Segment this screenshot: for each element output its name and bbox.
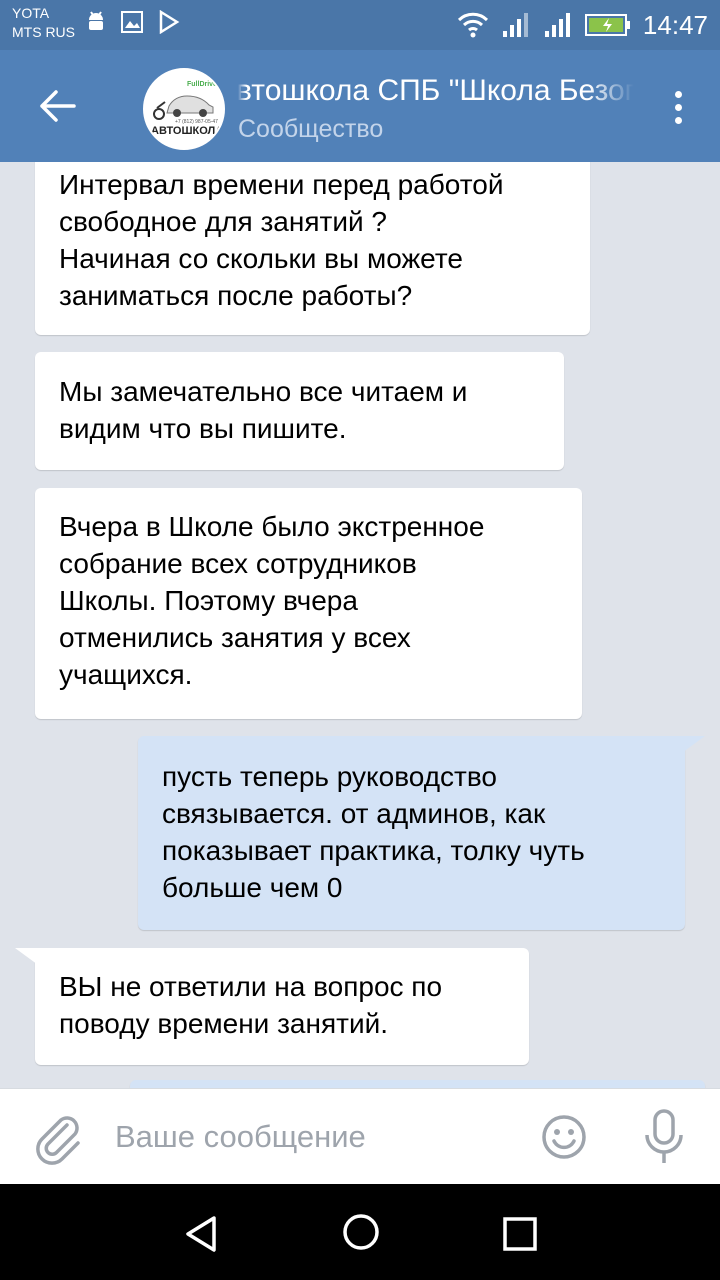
carrier-line-2: MTS RUS [12,24,75,40]
avatar-brand: FullDrive [187,81,217,88]
message-bubble-incoming[interactable]: Мы замечательно все читаем и видим что в… [35,352,564,470]
clock: 14:47 [642,10,708,40]
message-bubble-incoming[interactable]: Вчера в Школе было экстренное собрание в… [35,488,582,719]
message-line: больше чем 0 [162,872,343,903]
message-line: заниматься после работы? [59,280,413,311]
more-vertical-icon-dot [674,116,682,124]
message-bubble-incoming[interactable]: Интервал времени перед работой свободное… [35,162,590,335]
message-line: показывает практика, толку чуть [162,835,585,866]
chat-title-text: Автошкола СПБ "Школа Безопасности" [238,74,634,107]
notification-icons [86,10,180,34]
paperclip-icon [36,1116,80,1165]
nav-back-button[interactable] [180,1212,224,1256]
voice-message-button[interactable] [642,1107,686,1167]
microphone-icon [645,1109,683,1163]
chat-subtitle: Сообщество [238,115,384,143]
message-bubble-outgoing-partial[interactable] [130,1080,705,1088]
nav-recents-button[interactable] [498,1212,542,1256]
wifi-icon [457,12,488,38]
message-line: ВЫ не ответили на вопрос по [59,971,443,1002]
battery-icon [584,14,630,36]
signal-icon-2 [544,13,570,37]
back-button[interactable] [26,74,90,138]
image-icon [121,11,143,33]
bubble-tail [15,948,45,970]
arrow-left-icon [40,90,76,122]
attach-button[interactable] [34,1111,84,1165]
message-line: пусть теперь руководство [162,761,498,792]
nav-home-button[interactable] [339,1210,383,1254]
status-bar: YOTA MTS RUS 14:47 [0,0,720,50]
circle-home-icon [343,1214,379,1250]
message-line: видим что вы пишите. [59,413,347,444]
message-bubble-incoming[interactable]: ВЫ не ответили на вопрос по поводу време… [15,948,529,1065]
message-line: учащихся. [59,659,193,690]
bubble-tail [675,736,705,758]
message-input[interactable] [115,1117,515,1157]
message-line: отменились занятия у всех [59,622,411,653]
message-line: Школы. Поэтому вчера [59,585,358,616]
android-icon [89,11,103,30]
emoji-button[interactable] [540,1113,588,1161]
message-line: связывается. от админов, как [162,798,546,829]
message-line: собрание всех сотрудников [59,548,417,579]
message-composer [0,1088,720,1184]
message-line: свободное для занятий ? [59,206,387,237]
avatar[interactable]: FullDrive +7 (812) 987-05-47 АВТОШКОЛА [143,68,225,150]
smiley-icon [542,1115,586,1159]
message-line: Интервал времени перед работой [59,169,504,200]
triangle-back-icon [186,1216,216,1252]
message-bubble-outgoing[interactable]: пусть теперь руководство связывается. от… [138,736,705,930]
carrier-line-1: YOTA [12,5,50,21]
message-line: Вчера в Школе было экстренное [59,511,485,542]
chat-title[interactable]: Автошкола СПБ "Школа Безопасности" [238,72,634,110]
system-status: 14:47 [457,8,708,42]
message-line: поводу времени занятий. [59,1008,389,1039]
driving-school-logo: FullDrive +7 (812) 987-05-47 АВТОШКОЛА [145,70,223,148]
carrier-info: YOTA MTS RUS [12,4,75,42]
more-vertical-icon [674,90,682,98]
signal-icon [502,13,528,37]
system-navigation-bar [0,1184,720,1280]
more-vertical-icon-dot [674,103,682,111]
play-store-icon [159,10,180,34]
square-recents-icon [503,1217,537,1251]
message-line: Мы замечательно все читаем и [59,376,468,407]
more-options-button[interactable] [658,82,698,132]
message-list[interactable]: Интервал времени перед работой свободное… [0,162,720,1088]
avatar-title: АВТОШКОЛА [151,125,223,137]
message-line: Начиная со скольки вы можете [59,243,463,274]
chat-header: FullDrive +7 (812) 987-05-47 АВТОШКОЛА А… [0,50,720,162]
